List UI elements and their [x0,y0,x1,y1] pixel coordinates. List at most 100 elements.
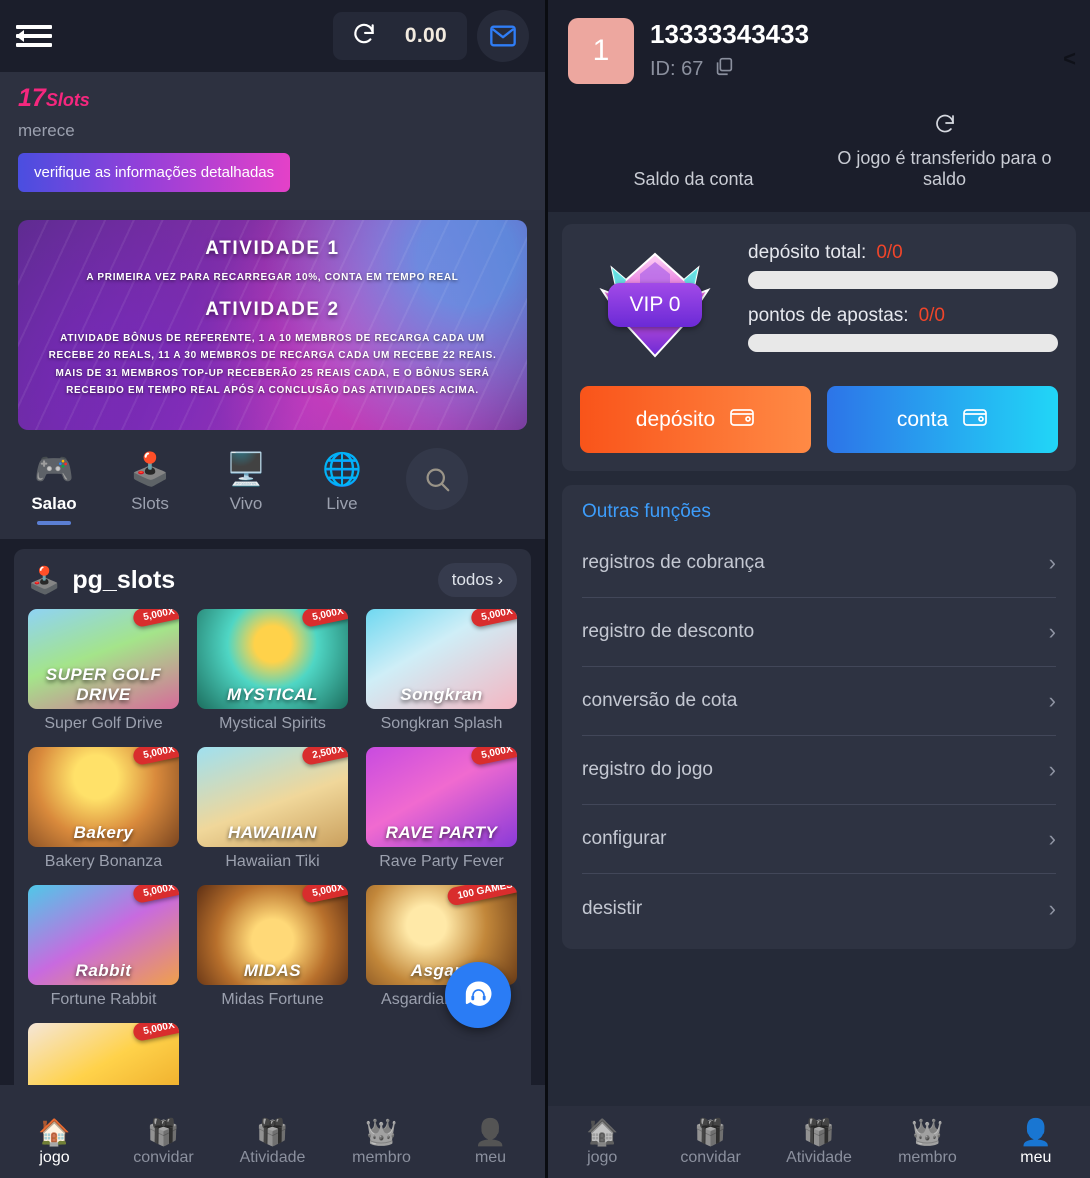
nav-label: meu [474,1149,507,1166]
game-logo-text: RAVE PARTY [385,823,498,842]
game-tile[interactable]: 2,500X HAWAIIAN Hawaiian Tiki [197,747,348,871]
game-tile[interactable]: 5,000X SUPER GOLF DRIVE Super Golf Drive [28,609,179,733]
category-live[interactable]: 🌐 Live [306,448,378,514]
game-tile-partial[interactable]: 5,000X [28,1023,179,1085]
multiplier-badge: 5,000X [131,609,179,629]
balance-row: Saldo da conta O jogo é transferido para… [568,112,1070,190]
account-button-label: conta [896,407,949,431]
mail-icon[interactable] [477,10,529,62]
nav-convidar[interactable]: 🎁 convidar [109,1117,218,1167]
user-row: 1 13333343433 ID: 67 [568,18,1070,84]
multiplier-badge: 5,000X [131,1023,179,1043]
points-progress-bar [748,334,1058,352]
activity-banner[interactable]: ATIVIDADE 1 A PRIMEIRA VEZ PARA RECARREG… [18,220,527,430]
deposit-button[interactable]: depósito [580,386,811,453]
globe-icon: 🌐 [322,451,362,487]
nav-membro[interactable]: 👑 membro [327,1117,436,1167]
promo-block: 17Slots merece verifique as informações … [0,72,545,210]
refresh-icon[interactable] [819,112,1070,142]
game-tile[interactable]: 5,000X MYSTICAL Mystical Spirits [197,609,348,733]
username: 13333343433 [650,19,810,49]
game-thumbnail: 5,000X Songkran [366,609,517,709]
promo-details-button[interactable]: verifique as informações detalhadas [18,153,291,192]
transfer-block[interactable]: O jogo é transferido para o saldo [819,112,1070,190]
deposit-total-row: depósito total: 0/0 [748,242,1058,264]
nav-label: Atividade [239,1149,306,1166]
gift-icon: 🎁 [802,1117,836,1147]
transfer-label: O jogo é transferido para o saldo [837,148,1052,189]
points-row: pontos de apostas: 0/0 [748,305,1058,327]
nav-meu[interactable]: 👤 meu [982,1117,1090,1167]
game-logo-text: MIDAS [243,961,302,980]
multiplier-badge: 100 GAMES [445,885,517,907]
person-icon: 👤 [474,1117,507,1147]
chevron-left-icon[interactable]: < [1063,46,1076,72]
avatar[interactable]: 1 [568,18,634,84]
game-tile[interactable]: 5,000X Rabbit Fortune Rabbit [28,885,179,1009]
category-salao[interactable]: 🎮 Salao [18,448,90,525]
right-phone-panel: < 1 13333343433 ID: 67 Saldo da conta O … [548,0,1090,1178]
function-label: registro do jogo [582,759,713,780]
nav-jogo[interactable]: 🏠 jogo [548,1117,656,1167]
nav-membro[interactable]: 👑 membro [873,1117,981,1167]
function-label: registro de desconto [582,621,755,642]
function-label: conversão de cota [582,690,738,711]
chevron-right-icon: › [1048,619,1056,644]
gift-icon: 🎁 [147,1117,180,1147]
nav-atividade[interactable]: 🎁 Atividade [218,1117,327,1167]
chevron-right-icon: › [1048,895,1056,921]
function-row-billing-records[interactable]: registros de cobrança › [582,529,1056,598]
gift-icon: 🎁 [256,1117,289,1147]
category-label: Live [326,494,358,513]
topbar-right-group: 0.00 [332,10,529,62]
promo-subtitle: merece [18,121,75,140]
function-row-settings[interactable]: configurar › [582,805,1056,874]
chevron-right-icon: › [1048,550,1056,575]
multiplier-badge: 2,500X [300,747,348,767]
hamburger-collapse-icon[interactable] [16,21,52,51]
chevron-right-icon: › [1048,757,1056,782]
account-button[interactable]: conta [827,386,1058,453]
chevron-right-icon: › [1048,688,1056,713]
game-thumbnail: 5,000X MIDAS [197,885,348,985]
category-slots[interactable]: 🕹️ Slots [114,448,186,514]
game-name: Songkran Splash [380,715,503,732]
right-bottom-nav: 🏠 jogo 🎁 convidar 🎁 Atividade 👑 membro 👤… [548,1106,1090,1178]
support-chat-icon[interactable] [445,962,511,1028]
refresh-icon[interactable] [351,21,377,52]
category-label: Salao [31,494,77,513]
nav-meu[interactable]: 👤 meu [436,1117,545,1167]
balance-pill[interactable]: 0.00 [332,12,467,60]
function-row-discount-records[interactable]: registro de desconto › [582,598,1056,667]
game-tile[interactable]: 5,000X Songkran Songkran Splash [366,609,517,733]
home-icon: 🏠 [586,1117,619,1147]
search-icon[interactable] [406,448,468,510]
vip-actions: depósito conta [580,386,1058,453]
nav-label: jogo [39,1149,70,1166]
deposit-button-label: depósito [635,407,716,431]
category-vivo[interactable]: 🖥️ Vivo [210,448,282,514]
dual-phone-screenshot: 0.00 17Slots merece verifique as informa… [0,0,1090,1178]
view-all-button[interactable]: todos › [437,563,517,597]
function-row-quota-conversion[interactable]: conversão de cota › [582,667,1056,736]
function-row-game-records[interactable]: registro do jogo › [582,736,1056,805]
banner-text-1: A PRIMEIRA VEZ PARA RECARREGAR 10%, CONT… [86,272,459,283]
multiplier-badge: 5,000X [131,885,179,905]
game-tile[interactable]: 5,000X Bakery Bakery Bonanza [28,747,179,871]
section-header: 🕹️ pg_slots todos › [28,563,517,597]
wallet-icon [962,406,988,434]
promo-title-word: Slots [45,90,90,110]
game-tile[interactable]: 5,000X MIDAS Midas Fortune [197,885,348,1009]
vip-badge: VIP 0 [580,250,730,360]
copy-icon[interactable] [713,55,735,83]
game-name: Midas Fortune [221,991,324,1008]
left-topbar: 0.00 [0,0,545,72]
nav-atividade[interactable]: 🎁 Atividade [765,1117,873,1167]
nav-convidar[interactable]: 🎁 convidar [656,1117,764,1167]
banner-text-2: ATIVIDADE BÔNUS DE REFERENTE, 1 A 10 MEM… [48,332,497,397]
function-row-logout[interactable]: desistir › [582,874,1056,943]
game-tile[interactable]: 5,000X RAVE PARTY Rave Party Fever [366,747,517,871]
nav-jogo[interactable]: 🏠 jogo [0,1117,109,1167]
game-thumbnail: 5,000X Rabbit [28,885,179,985]
game-logo-text: Bakery [73,823,134,842]
